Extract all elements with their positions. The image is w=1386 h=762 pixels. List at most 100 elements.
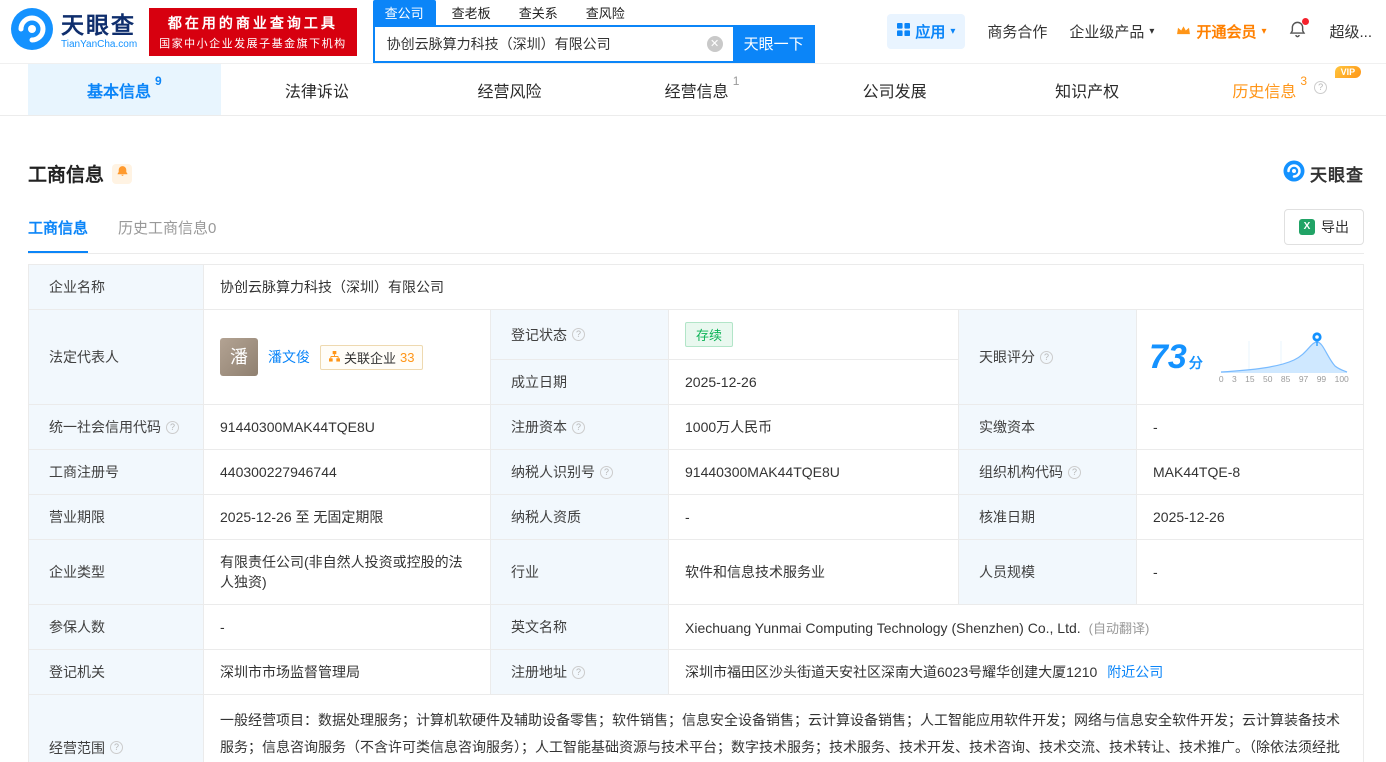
related-companies-badge[interactable]: 关联企业 33	[320, 344, 424, 370]
taxpayer-id-label: 纳税人识别号	[511, 464, 595, 480]
score-label-cell: 天眼评分	[958, 309, 1137, 405]
org-chart-icon	[329, 350, 340, 365]
cooperation-label: 商务合作	[987, 24, 1048, 41]
tab-label: 历史信息	[1232, 83, 1297, 101]
subtab-history-business-info[interactable]: 历史工商信息0	[118, 217, 216, 253]
section-header: 工商信息 天眼查	[28, 160, 1364, 187]
table-row: 登记机关 深圳市市场监督管理局 注册地址 深圳市福田区沙头街道天安社区深南大道6…	[28, 649, 1364, 695]
business-info-table: 企业名称 协创云脉算力科技（深圳）有限公司 法定代表人 潘 潘文俊 关联企业 3…	[28, 264, 1364, 762]
export-label: 导出	[1321, 219, 1349, 235]
paid-capital-value: -	[1136, 404, 1364, 450]
user-account-menu[interactable]: 超级...	[1329, 21, 1372, 42]
credit-code-value: 91440300MAK44TQE8U	[203, 404, 491, 450]
paid-capital-label: 实缴资本	[958, 404, 1137, 450]
staff-size-label: 人员规模	[958, 539, 1137, 605]
credit-code-label: 统一社会信用代码	[49, 419, 161, 435]
search-input[interactable]	[372, 24, 733, 63]
notifications-bell[interactable]	[1288, 17, 1310, 44]
export-button[interactable]: 导出	[1284, 209, 1364, 245]
grid-icon	[897, 23, 911, 40]
reg-address-text: 深圳市福田区沙头街道天安社区深南大道6023号耀华创建大厦1210	[685, 664, 1098, 680]
help-icon[interactable]	[600, 465, 613, 479]
help-icon[interactable]	[572, 420, 585, 434]
legal-rep-cell: 潘 潘文俊 关联企业 33	[203, 309, 491, 405]
establish-date-value: 2025-12-26	[668, 359, 959, 405]
search-tab-boss[interactable]: 查老板	[440, 0, 503, 25]
top-header: 天眼查 TianYanCha.com 都在用的商业查询工具 国家中小企业发展子基…	[0, 0, 1386, 64]
apps-menu[interactable]: 应用	[887, 14, 966, 49]
business-term-value: 2025-12-26 至 无固定期限	[203, 494, 491, 540]
tab-label: 知识产权	[1055, 83, 1120, 101]
slogan-line1: 都在用的商业查询工具	[167, 14, 338, 31]
business-scope-label: 经营范围	[49, 739, 105, 756]
english-name-text: Xiechuang Yunmai Computing Technology (S…	[685, 619, 1081, 636]
subtab-business-info[interactable]: 工商信息	[28, 217, 89, 253]
business-cooperation-link[interactable]: 商务合作	[987, 21, 1047, 42]
table-row: 参保人数 - 英文名称 Xiechuang Yunmai Computing T…	[28, 604, 1364, 650]
tab-company-development[interactable]: 公司发展	[798, 64, 991, 115]
org-code-label: 组织机构代码	[979, 464, 1063, 480]
tianyancha-logo[interactable]: 天眼查 TianYanCha.com	[10, 7, 137, 56]
subscribe-bell-button[interactable]	[112, 163, 133, 184]
help-icon[interactable]	[110, 741, 123, 755]
clear-search-icon[interactable]	[706, 35, 723, 52]
help-icon[interactable]	[1314, 80, 1328, 94]
auto-translate-note: (自动翻译)	[1088, 620, 1150, 636]
score-chart: 0 3 15 50 85 97 99 100	[1219, 331, 1349, 384]
tab-legal-proceedings[interactable]: 法律诉讼	[221, 64, 414, 115]
reg-status-label-cell: 登记状态	[490, 309, 669, 360]
open-membership-menu[interactable]: 开通会员	[1176, 21, 1266, 42]
help-icon[interactable]	[1040, 350, 1053, 364]
tab-label: 法律诉讼	[284, 83, 349, 101]
reg-address-label: 注册地址	[511, 664, 567, 680]
nearby-companies-link[interactable]: 附近公司	[1107, 664, 1163, 680]
tab-basic-info[interactable]: 基本信息 9	[28, 64, 221, 115]
slogan-line2: 国家中小企业发展子基金旗下机构	[159, 37, 347, 50]
org-code-label-cell: 组织机构代码	[958, 449, 1137, 495]
establish-date-label: 成立日期	[490, 359, 669, 405]
legal-rep-avatar[interactable]: 潘	[220, 338, 258, 376]
english-name-value: Xiechuang Yunmai Computing Technology (S…	[668, 604, 1364, 650]
search-tab-relation[interactable]: 查关系	[507, 0, 570, 25]
tab-intellectual-property[interactable]: 知识产权	[991, 64, 1184, 115]
chevron-down-icon	[950, 26, 955, 37]
legal-rep-link[interactable]: 潘文俊	[268, 347, 310, 367]
help-icon[interactable]	[572, 665, 585, 679]
reg-capital-value: 1000万人民币	[668, 404, 959, 450]
score-cell: 73 分 0 3 15 50 85 97 99 100	[1136, 309, 1364, 405]
search-button[interactable]: 天眼一下	[732, 24, 815, 63]
brand-watermark: 天眼查	[1283, 160, 1364, 187]
search-tab-company[interactable]: 查公司	[372, 0, 436, 25]
top-nav: 应用 商务合作 企业级产品 开通会员	[887, 14, 1372, 49]
tab-operating-info[interactable]: 经营信息 1	[606, 64, 799, 115]
table-row: 统一社会信用代码 91440300MAK44TQE8U 注册资本 1000万人民…	[28, 404, 1364, 450]
enterprise-products-menu[interactable]: 企业级产品	[1069, 21, 1154, 42]
tab-history-info[interactable]: 历史信息 3 VIP	[1183, 64, 1376, 115]
help-icon[interactable]	[166, 420, 179, 434]
bell-icon	[116, 165, 129, 183]
reg-number-value: 440300227946744	[203, 449, 491, 495]
company-type-value: 有限责任公司(非自然人投资或控股的法人独资)	[203, 539, 491, 605]
status-badge: 存续	[685, 322, 734, 347]
company-section-tabs: 基本信息 9 法律诉讼 经营风险 经营信息 1 公司发展 知识产权 历史信息 3	[0, 64, 1386, 116]
logo-title: 天眼查	[61, 12, 136, 39]
chevron-down-icon	[1261, 26, 1266, 37]
username-label: 超级...	[1329, 24, 1372, 41]
slogan-banner: 都在用的商业查询工具 国家中小企业发展子基金旗下机构	[149, 7, 357, 56]
reg-status-value: 存续	[668, 309, 959, 360]
org-code-value: MAK44TQE-8	[1136, 449, 1364, 495]
reg-address-label-cell: 注册地址	[490, 649, 669, 695]
help-icon[interactable]	[572, 328, 585, 341]
taxpayer-quality-value: -	[668, 494, 959, 540]
chevron-down-icon	[1149, 26, 1154, 37]
help-icon[interactable]	[1068, 465, 1081, 479]
table-row: 企业名称 协创云脉算力科技（深圳）有限公司	[28, 264, 1364, 310]
tab-operating-risk[interactable]: 经营风险	[413, 64, 606, 115]
search-widget: 查公司 查老板 查关系 查风险 天眼一下	[372, 0, 815, 63]
search-tab-risk[interactable]: 查风险	[574, 0, 637, 25]
reg-address-value: 深圳市福田区沙头街道天安社区深南大道6023号耀华创建大厦1210 附近公司	[668, 649, 1364, 695]
membership-label: 开通会员	[1196, 24, 1257, 41]
tab-count: 1	[732, 73, 740, 88]
score-axis: 0 3 15 50 85 97 99 100	[1218, 373, 1349, 384]
taxpayer-quality-label: 纳税人资质	[490, 494, 669, 540]
